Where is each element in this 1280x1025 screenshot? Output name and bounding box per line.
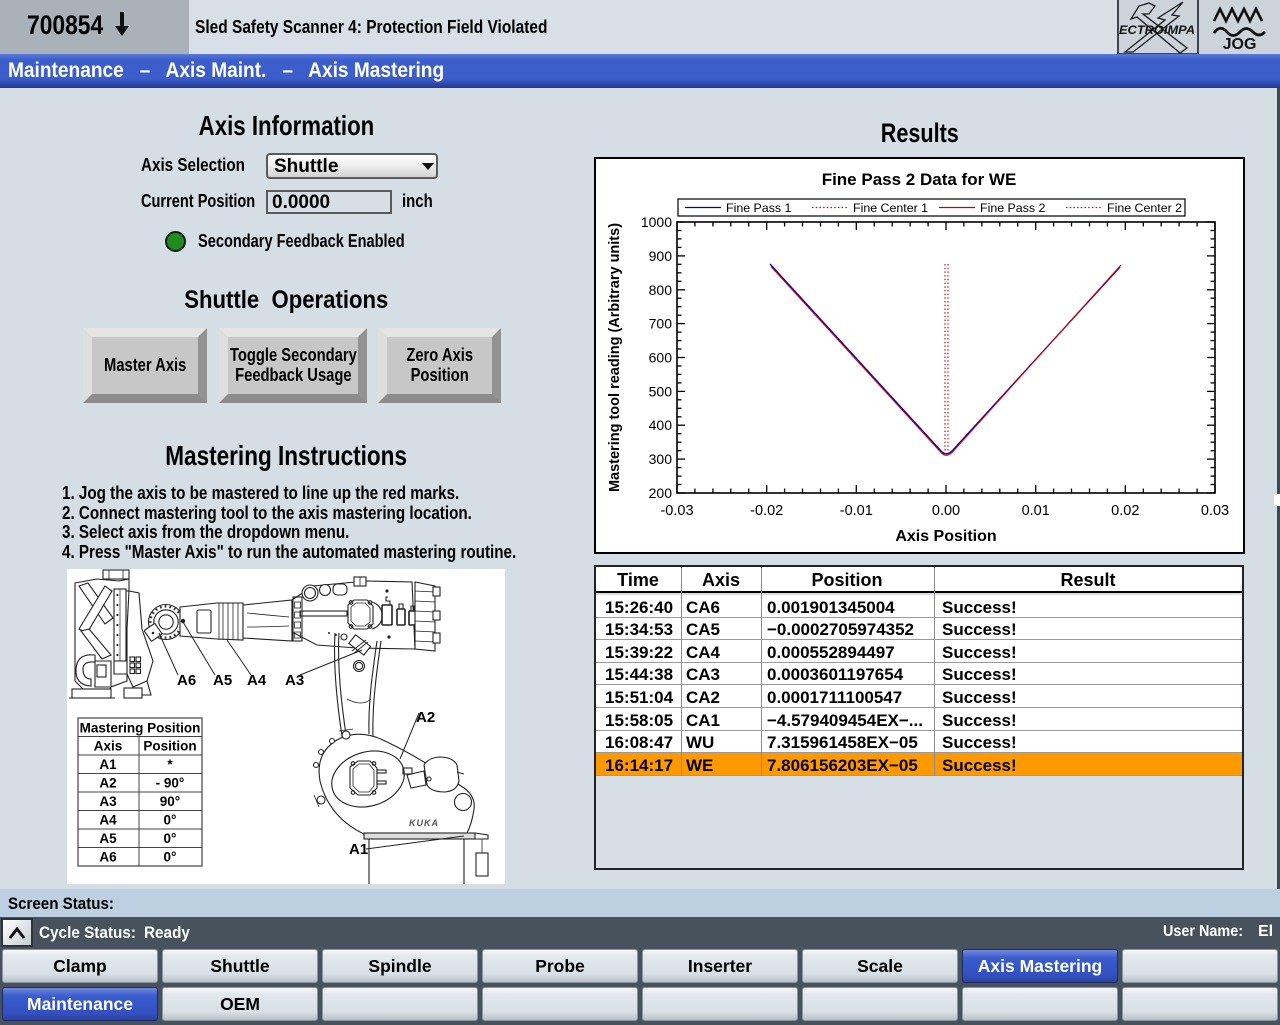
svg-text:700: 700	[649, 316, 673, 332]
svg-text:-0.01: -0.01	[840, 503, 873, 519]
svg-text:Fine Center 1: Fine Center 1	[853, 201, 928, 215]
svg-text:600: 600	[649, 350, 673, 366]
svg-text:200: 200	[649, 485, 673, 501]
svg-text:- 90°: - 90°	[156, 776, 185, 791]
svg-text:A1: A1	[99, 757, 117, 772]
svg-text:Axis: Axis	[94, 739, 123, 754]
svg-text:Fine Center 2: Fine Center 2	[1107, 201, 1182, 215]
svg-text:400: 400	[649, 417, 673, 433]
svg-text:0°: 0°	[164, 850, 177, 865]
svg-text:800: 800	[649, 282, 673, 298]
svg-text:*: *	[167, 757, 173, 772]
svg-text:A4: A4	[247, 672, 267, 689]
svg-text:A6: A6	[99, 850, 117, 865]
svg-text:Mastering Position: Mastering Position	[80, 721, 201, 736]
svg-text:-0.02: -0.02	[750, 503, 783, 519]
svg-text:A2: A2	[99, 776, 116, 791]
svg-text:-0.03: -0.03	[660, 503, 693, 519]
svg-text:90°: 90°	[160, 794, 180, 809]
svg-text:Position: Position	[143, 739, 196, 754]
svg-text:0°: 0°	[164, 831, 177, 846]
svg-text:A6: A6	[177, 672, 196, 689]
svg-text:ECTROIMPA: ECTROIMPA	[1119, 23, 1195, 37]
svg-text:500: 500	[649, 383, 673, 399]
svg-text:0°: 0°	[164, 813, 177, 828]
svg-text:A3: A3	[285, 672, 304, 689]
svg-text:A5: A5	[213, 672, 232, 689]
svg-text:0.00: 0.00	[932, 503, 960, 519]
svg-text:0.01: 0.01	[1022, 503, 1050, 519]
svg-text:Fine Pass 2: Fine Pass 2	[980, 201, 1046, 215]
svg-text:A4: A4	[99, 813, 117, 828]
svg-text:A1: A1	[349, 841, 368, 858]
svg-text:Axis Position: Axis Position	[895, 528, 996, 545]
svg-text:900: 900	[649, 248, 673, 264]
svg-text:300: 300	[649, 451, 673, 467]
svg-text:A5: A5	[99, 831, 117, 846]
svg-text:KUKA: KUKA	[409, 818, 439, 828]
svg-text:A3: A3	[99, 794, 117, 809]
svg-text:Fine Pass 2 Data for WE: Fine Pass 2 Data for WE	[822, 170, 1017, 189]
svg-text:Fine Pass 1: Fine Pass 1	[726, 201, 792, 215]
svg-text:1000: 1000	[641, 214, 672, 230]
svg-text:A2: A2	[416, 709, 435, 726]
svg-text:0.03: 0.03	[1201, 503, 1229, 519]
svg-text:Mastering tool reading (Arbitr: Mastering tool reading (Arbitrary units)	[607, 223, 623, 492]
svg-text:0.02: 0.02	[1111, 503, 1139, 519]
